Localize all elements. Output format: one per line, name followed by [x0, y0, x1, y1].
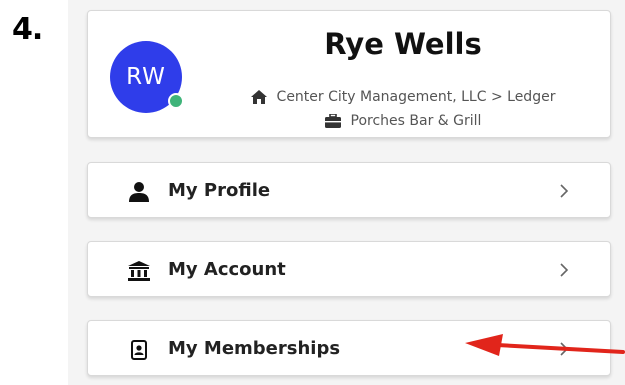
menu-item-my-account[interactable]: My Account — [87, 241, 611, 297]
avatar-initials: RW — [126, 64, 166, 90]
step-number: 4. — [12, 12, 43, 47]
user-name: Rye Wells — [324, 27, 482, 61]
organization-text: Center City Management, LLC > Ledger — [276, 89, 556, 105]
person-icon — [128, 181, 150, 203]
menu-item-label: My Profile — [168, 180, 271, 201]
home-icon — [250, 90, 267, 104]
profile-card: RW Rye Wells Center City Management, LLC… — [87, 10, 611, 138]
online-status-dot — [168, 93, 184, 109]
venue-line: Porches Bar & Grill — [208, 113, 598, 129]
chevron-right-icon — [560, 184, 569, 198]
menu-item-label: My Memberships — [168, 338, 341, 359]
chevron-right-icon — [560, 263, 569, 277]
venue-text: Porches Bar & Grill — [350, 113, 482, 129]
organization-line: Center City Management, LLC > Ledger — [208, 89, 598, 105]
bank-icon — [128, 260, 150, 282]
menu-item-my-memberships[interactable]: My Memberships — [87, 320, 611, 376]
menu-item-label: My Account — [168, 259, 286, 280]
briefcase-icon — [324, 114, 341, 128]
chevron-right-icon — [560, 342, 569, 356]
id-badge-icon — [128, 339, 150, 361]
menu-item-my-profile[interactable]: My Profile — [87, 162, 611, 218]
